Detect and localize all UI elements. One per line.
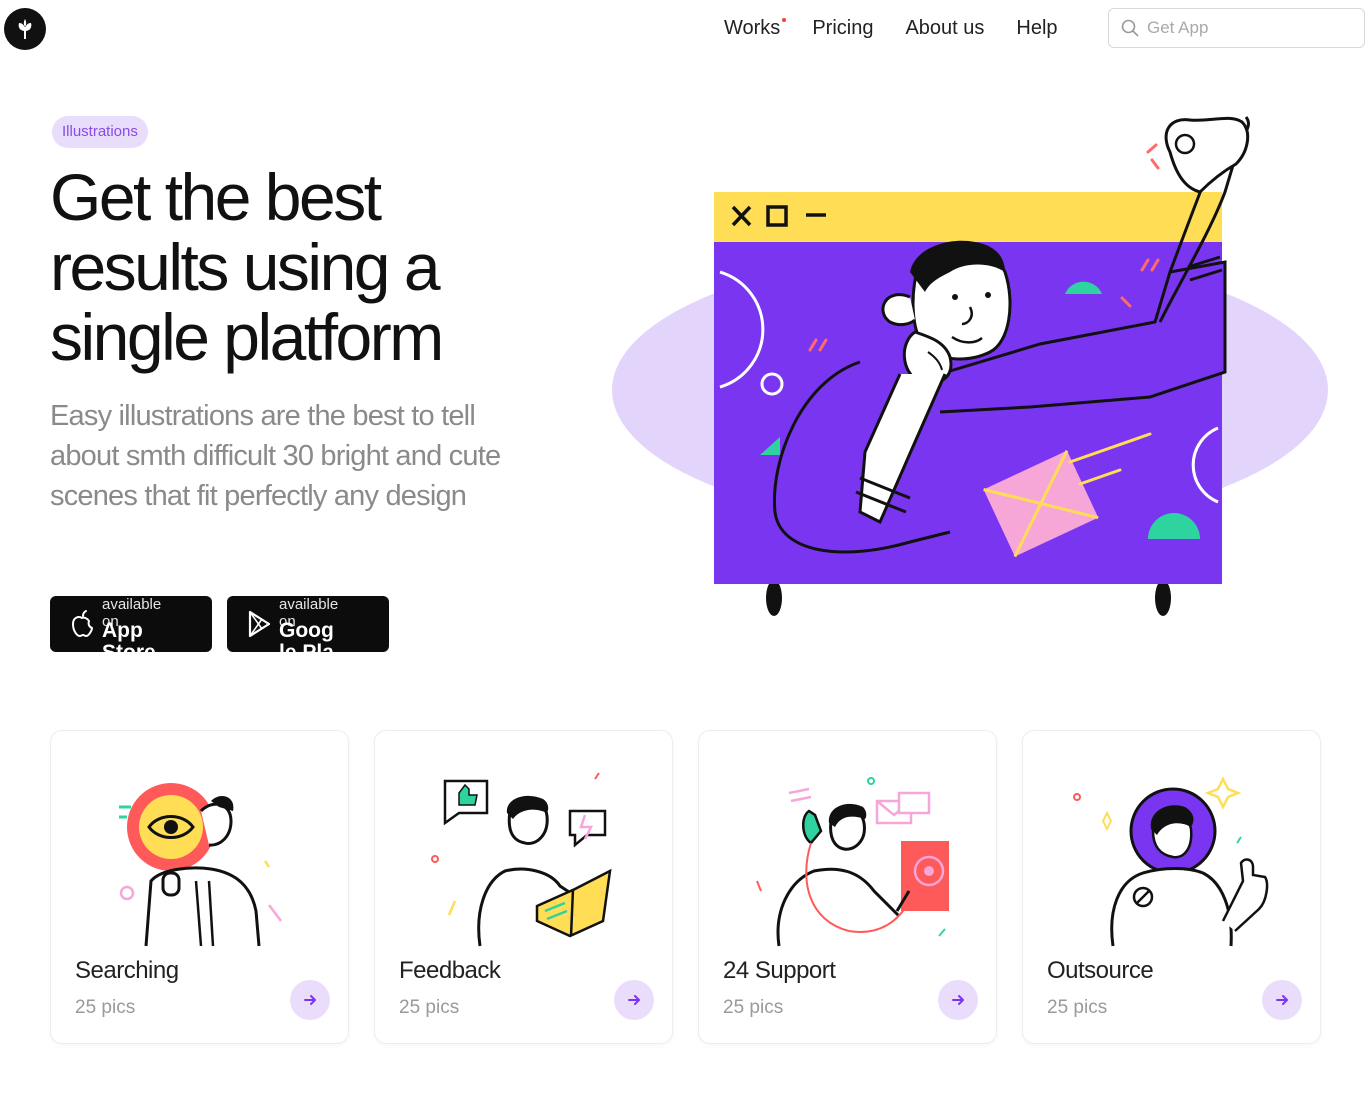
- hero-illustration: [612, 116, 1328, 616]
- play-icon: [248, 610, 271, 638]
- nav-item-label: About us: [905, 17, 985, 39]
- arrow-right-icon: [304, 995, 316, 1005]
- page-title: Get the best results using a single plat…: [50, 160, 444, 374]
- google-play-button[interactable]: available on Google Play: [227, 596, 389, 652]
- card-title: 24 Support: [723, 957, 836, 984]
- leaf-icon: [18, 19, 32, 39]
- store-name: App Store: [102, 619, 156, 653]
- card-count: 25 pics: [1047, 997, 1108, 1018]
- arrow-right-icon: [1276, 995, 1288, 1005]
- new-dot-indicator: [782, 18, 787, 22]
- card-arrow-button[interactable]: [614, 980, 654, 1020]
- nav-item-help[interactable]: Help: [1016, 14, 1057, 42]
- apple-icon: [72, 610, 93, 637]
- search-input[interactable]: [1147, 18, 1347, 38]
- card-count: 25 pics: [399, 997, 460, 1018]
- brand-logo[interactable]: [4, 8, 46, 50]
- card-arrow-button[interactable]: [1262, 980, 1302, 1020]
- card-arrow-button[interactable]: [290, 980, 330, 1020]
- nav-item-about-us[interactable]: About us: [905, 14, 984, 42]
- searching-illustration: [119, 783, 282, 947]
- nav-item-label: Pricing: [812, 17, 874, 39]
- store-name: Google Play: [279, 619, 334, 653]
- feedback-illustration: [431, 772, 612, 947]
- nav-item-works[interactable]: Works: [724, 14, 787, 42]
- search-box: [1108, 8, 1365, 48]
- outsource-illustration: [1073, 776, 1269, 947]
- card-outsource[interactable]: Outsource 25 pics: [1022, 730, 1321, 1044]
- nav-item-label: Works: [724, 17, 781, 39]
- search-icon: [1121, 19, 1139, 37]
- app-store-button[interactable]: available on App Store: [50, 596, 212, 652]
- card-count: 25 pics: [723, 997, 784, 1018]
- card-arrow-button[interactable]: [938, 980, 978, 1020]
- category-badge[interactable]: Illustrations: [52, 116, 148, 148]
- card-title: Searching: [75, 957, 179, 984]
- card-title: Outsource: [1047, 957, 1154, 984]
- card-24-support[interactable]: 24 Support 25 pics: [698, 730, 997, 1044]
- nav-item-pricing[interactable]: Pricing: [812, 14, 873, 42]
- arrow-right-icon: [952, 995, 964, 1005]
- main-nav: Works Pricing About us Help: [724, 14, 1090, 42]
- hero-subtitle: Easy illustrations are the best to tell …: [50, 400, 501, 512]
- card-searching[interactable]: Searching 25 pics: [50, 730, 349, 1044]
- card-count: 25 pics: [75, 997, 136, 1018]
- card-title: Feedback: [399, 957, 501, 984]
- arrow-right-icon: [628, 995, 640, 1005]
- nav-item-label: Help: [1016, 17, 1058, 39]
- support-illustration: [756, 777, 949, 947]
- card-feedback[interactable]: Feedback 25 pics: [374, 730, 673, 1044]
